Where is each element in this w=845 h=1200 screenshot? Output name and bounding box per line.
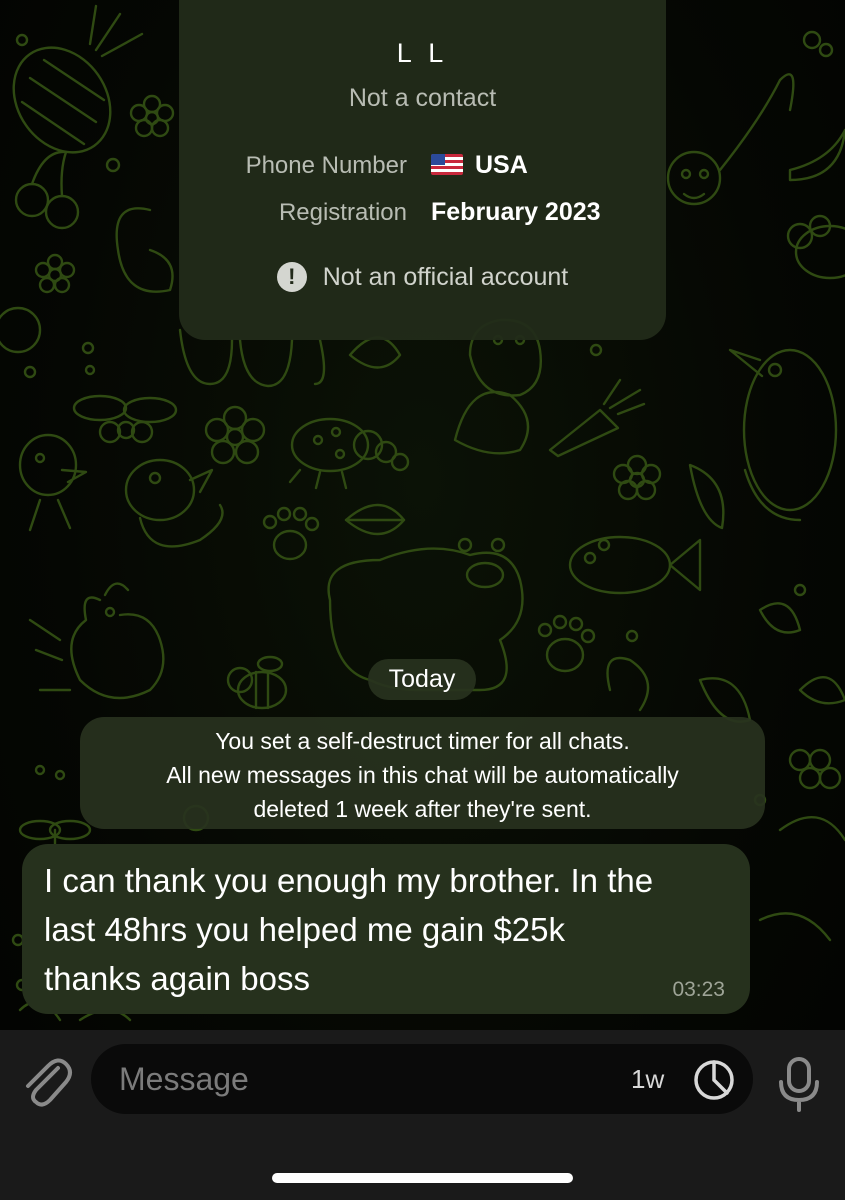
message-placeholder: Message [119, 1061, 249, 1097]
chat-screen: L L Not a contact Phone Number USA Regis… [0, 0, 845, 1200]
phone-number-label: Phone Number [245, 152, 407, 179]
self-destruct-service-message: You set a self-destruct timer for all ch… [80, 717, 765, 829]
official-account-warning: ! Not an official account [179, 262, 666, 292]
exclamation-icon: ! [276, 262, 307, 292]
self-destruct-timer-label: 1w [631, 1064, 665, 1094]
self-destruct-timer-icon[interactable] [691, 1057, 737, 1103]
us-flag-icon [431, 154, 463, 175]
home-indicator[interactable] [272, 1173, 573, 1183]
contact-info-card: L L Not a contact Phone Number USA Regis… [179, 0, 666, 340]
warning-text: Not an official account [322, 263, 569, 291]
message-time: 03:23 [672, 978, 725, 1001]
registration-value: February 2023 [431, 198, 601, 226]
message-input[interactable]: Message 1w [91, 1044, 753, 1114]
incoming-message-bubble[interactable]: I can thank you enough my brother. In th… [22, 844, 750, 1014]
registration-label: Registration [278, 199, 407, 226]
contact-status: Not a contact [348, 84, 497, 112]
attach-icon[interactable] [18, 1052, 74, 1112]
phone-country: USA [475, 151, 528, 179]
microphone-icon[interactable] [774, 1056, 824, 1112]
message-text: I can thank you enough my brother. In th… [44, 862, 654, 997]
date-separator: Today [368, 659, 476, 700]
phone-number-value: USA [431, 151, 528, 180]
contact-name: L L [396, 38, 449, 68]
service-message-text: You set a self-destruct timer for all ch… [166, 728, 679, 822]
